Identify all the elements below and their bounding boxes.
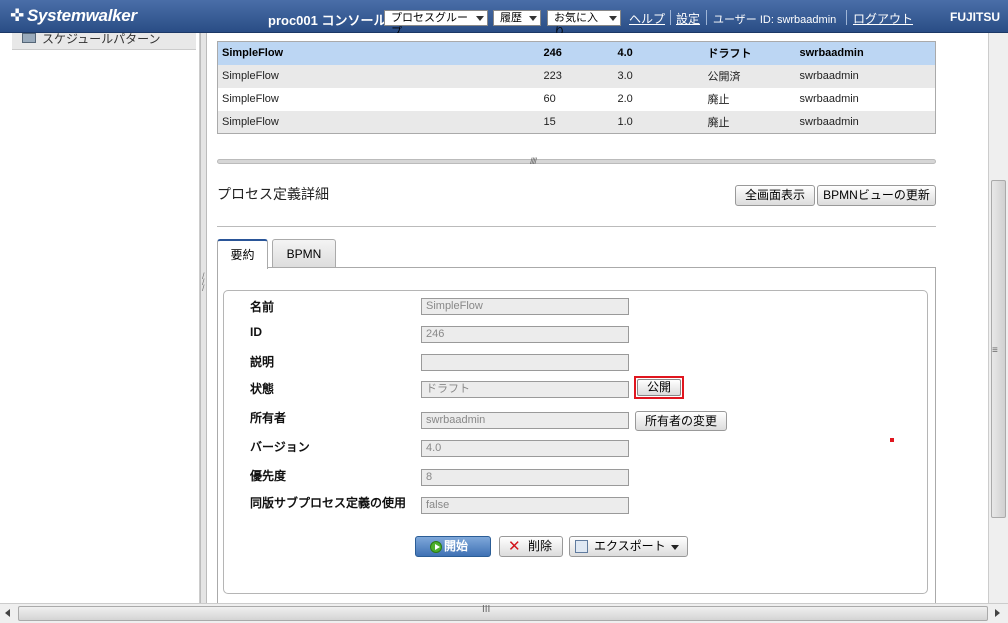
splitter-grip-icon: //// (530, 156, 537, 166)
divider (217, 226, 936, 227)
horizontal-scrollbar-thumb[interactable] (18, 606, 988, 621)
history-dropdown[interactable]: 履歴 (493, 10, 541, 26)
horizontal-scrollbar[interactable]: III (0, 603, 1008, 623)
version-field[interactable]: 4.0 (421, 440, 629, 457)
sidebar: スケジュールパターン (0, 33, 200, 603)
change-owner-button[interactable]: 所有者の変更 (635, 411, 727, 431)
cell-version: 1.0 (613, 110, 704, 134)
scrollbar-grip-icon: III (482, 604, 491, 615)
description-field[interactable] (421, 354, 629, 371)
play-icon (430, 541, 442, 553)
field-label-name: 名前 (250, 300, 275, 314)
cell-name: SimpleFlow (217, 110, 540, 134)
cell-version: 2.0 (613, 87, 704, 111)
field-label-version: バージョン (250, 440, 310, 454)
cell-name: SimpleFlow (217, 64, 540, 88)
chevron-down-icon (671, 545, 679, 550)
start-button-label: 開始 (444, 539, 469, 553)
cell-status: 公開済 (703, 64, 796, 88)
cell-version: 4.0 (613, 41, 704, 65)
cell-owner: swrbaadmin (795, 64, 936, 88)
scroll-right-icon[interactable] (995, 609, 1000, 617)
process-group-dropdown[interactable]: プロセスグループ (384, 10, 488, 38)
priority-field[interactable]: 8 (421, 469, 629, 486)
id-field[interactable]: 246 (421, 326, 629, 343)
name-field[interactable]: SimpleFlow (421, 298, 629, 315)
sidebar-item-schedule-pattern[interactable]: スケジュールパターン (12, 33, 196, 50)
field-label-same-version-subprocess: 同版サブプロセス定義の使用 (250, 496, 407, 510)
main-content: SimpleFlow 246 4.0 ドラフト swrbaadmin Simpl… (207, 33, 988, 603)
owner-field[interactable]: swrbaadmin (421, 412, 629, 429)
same-version-subprocess-field[interactable]: false (421, 497, 629, 514)
cell-id: 60 (539, 87, 614, 111)
cell-status: ドラフト (703, 41, 796, 65)
process-detail-form: 名前 SimpleFlow ID 246 説明 状態 ドラフト 公開 所有者 s… (223, 290, 928, 594)
settings-link[interactable]: 設定 (676, 10, 700, 27)
table-row[interactable]: SimpleFlow 15 1.0 廃止 swrbaadmin (217, 110, 936, 134)
cell-status: 廃止 (703, 110, 796, 134)
logout-link[interactable]: ログアウト (853, 10, 913, 27)
process-version-table: SimpleFlow 246 4.0 ドラフト swrbaadmin Simpl… (217, 41, 936, 134)
header-separator (670, 10, 671, 25)
cell-id: 223 (539, 64, 614, 88)
systemwalker-logo: ✜ Systemwalker (10, 6, 137, 26)
page-title: プロセス定義詳細 (217, 186, 329, 202)
cell-name: SimpleFlow (217, 87, 540, 111)
cell-status: 廃止 (703, 87, 796, 111)
publish-button[interactable]: 公開 (634, 376, 684, 399)
logo-text: Systemwalker (26, 6, 137, 25)
chevron-down-icon (529, 16, 537, 21)
cell-owner: swrbaadmin (795, 41, 936, 65)
tab-summary[interactable]: 要約 (217, 239, 268, 269)
field-label-priority: 優先度 (250, 469, 287, 483)
summary-tab-panel: 名前 SimpleFlow ID 246 説明 状態 ドラフト 公開 所有者 s… (217, 267, 936, 603)
splitter-grip-icon: / / / (202, 271, 205, 293)
refresh-bpmn-button[interactable]: BPMNビューの更新 (817, 185, 936, 206)
fullscreen-button[interactable]: 全画面表示 (735, 185, 815, 206)
table-row[interactable]: SimpleFlow 60 2.0 廃止 swrbaadmin (217, 87, 936, 111)
systemwalker-logo-icon: ✜ (10, 6, 24, 25)
export-icon (575, 540, 588, 553)
app-header: ✜ Systemwalker proc001 コンソール プロセスグループ 履歴… (0, 0, 1008, 38)
table-row[interactable]: SimpleFlow 223 3.0 公開済 swrbaadmin (217, 64, 936, 88)
scroll-left-icon[interactable] (5, 609, 10, 617)
field-label-description: 説明 (250, 355, 275, 369)
header-separator (706, 10, 707, 25)
calendar-icon (22, 33, 36, 43)
status-field[interactable]: ドラフト (421, 381, 629, 398)
help-link[interactable]: ヘルプ (629, 10, 665, 27)
vertical-splitter[interactable]: / / / (200, 33, 207, 603)
favorites-dropdown[interactable]: お気に入り (547, 10, 621, 38)
cell-id: 15 (539, 110, 614, 134)
cell-name: SimpleFlow (217, 41, 540, 65)
delete-button[interactable]: ✕ 削除 (499, 536, 563, 557)
console-title: proc001 コンソール (268, 13, 387, 28)
sidebar-item-label: スケジュールパターン (42, 33, 161, 46)
field-label-id: ID (250, 325, 262, 339)
chevron-down-icon (609, 16, 617, 21)
close-icon: ✕ (508, 538, 521, 555)
export-button-label: エクスポート (594, 539, 666, 553)
field-label-status: 状態 (250, 382, 275, 396)
field-label-owner: 所有者 (250, 411, 287, 425)
scrollbar-grip-icon: ≡ (992, 345, 998, 356)
cell-owner: swrbaadmin (795, 87, 936, 111)
vertical-scrollbar[interactable]: ≡ (988, 33, 1008, 603)
delete-button-label: 削除 (528, 539, 553, 553)
table-row[interactable]: SimpleFlow 246 4.0 ドラフト swrbaadmin (217, 41, 936, 65)
user-id-label: ユーザー ID: swrbaadmin (713, 14, 837, 26)
horizontal-splitter[interactable]: //// (217, 156, 936, 166)
cell-version: 3.0 (613, 64, 704, 88)
fujitsu-logo: FUJITSU (949, 10, 1000, 24)
history-dropdown-label: 履歴 (500, 12, 522, 24)
cell-id: 246 (539, 41, 614, 65)
cell-owner: swrbaadmin (795, 110, 936, 134)
export-button[interactable]: エクスポート (569, 536, 688, 557)
tab-bpmn[interactable]: BPMN (272, 239, 336, 268)
start-button[interactable]: 開始 (415, 536, 491, 557)
header-separator (846, 10, 847, 25)
marker-dot (890, 438, 894, 442)
publish-button-label: 公開 (637, 379, 681, 396)
chevron-down-icon (476, 16, 484, 21)
